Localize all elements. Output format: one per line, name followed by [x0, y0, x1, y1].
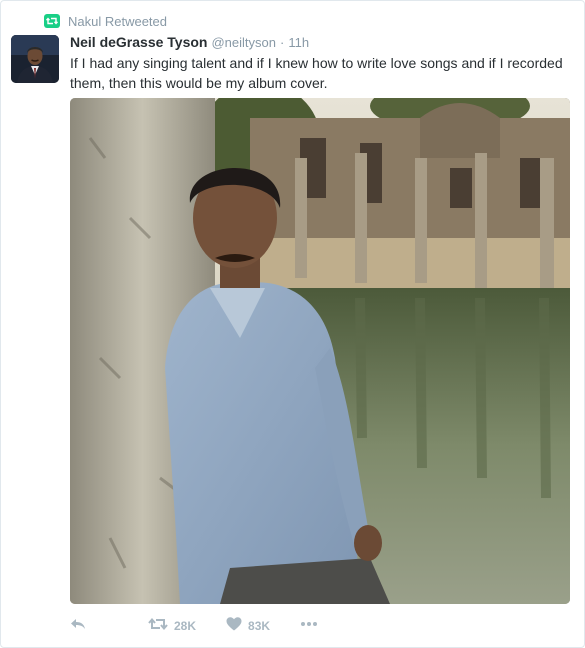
- user-avatar[interactable]: [11, 35, 59, 83]
- retweet-button[interactable]: 28K: [148, 616, 196, 637]
- photo-image: [70, 98, 570, 604]
- avatar-image: [11, 35, 59, 83]
- more-button[interactable]: [300, 616, 318, 637]
- tweet-header: Neil deGrasse Tyson @neiltyson · 11h: [70, 34, 309, 54]
- retweet-icon: [148, 616, 168, 637]
- tweet-timestamp[interactable]: 11h: [288, 35, 309, 50]
- header-separator: ·: [279, 35, 285, 50]
- like-button[interactable]: 83K: [226, 616, 270, 637]
- display-name[interactable]: Neil deGrasse Tyson: [70, 34, 207, 50]
- like-count: 83K: [248, 619, 271, 633]
- retweet-badge-icon: [44, 14, 60, 28]
- retweet-count: 28K: [174, 619, 197, 633]
- tweet-actions: 28K 83K: [70, 615, 318, 637]
- more-icon: [300, 616, 318, 637]
- reply-button[interactable]: [70, 616, 86, 637]
- retweeted-by-link[interactable]: Nakul Retweeted: [68, 14, 167, 29]
- retweet-context: Nakul Retweeted: [44, 12, 167, 30]
- reply-icon: [70, 616, 86, 637]
- heart-icon: [226, 616, 242, 637]
- tweet-photo[interactable]: [70, 98, 570, 604]
- screen-name[interactable]: @neiltyson: [211, 35, 276, 50]
- tweet-text: If I had any singing talent and if I kne…: [70, 55, 563, 91]
